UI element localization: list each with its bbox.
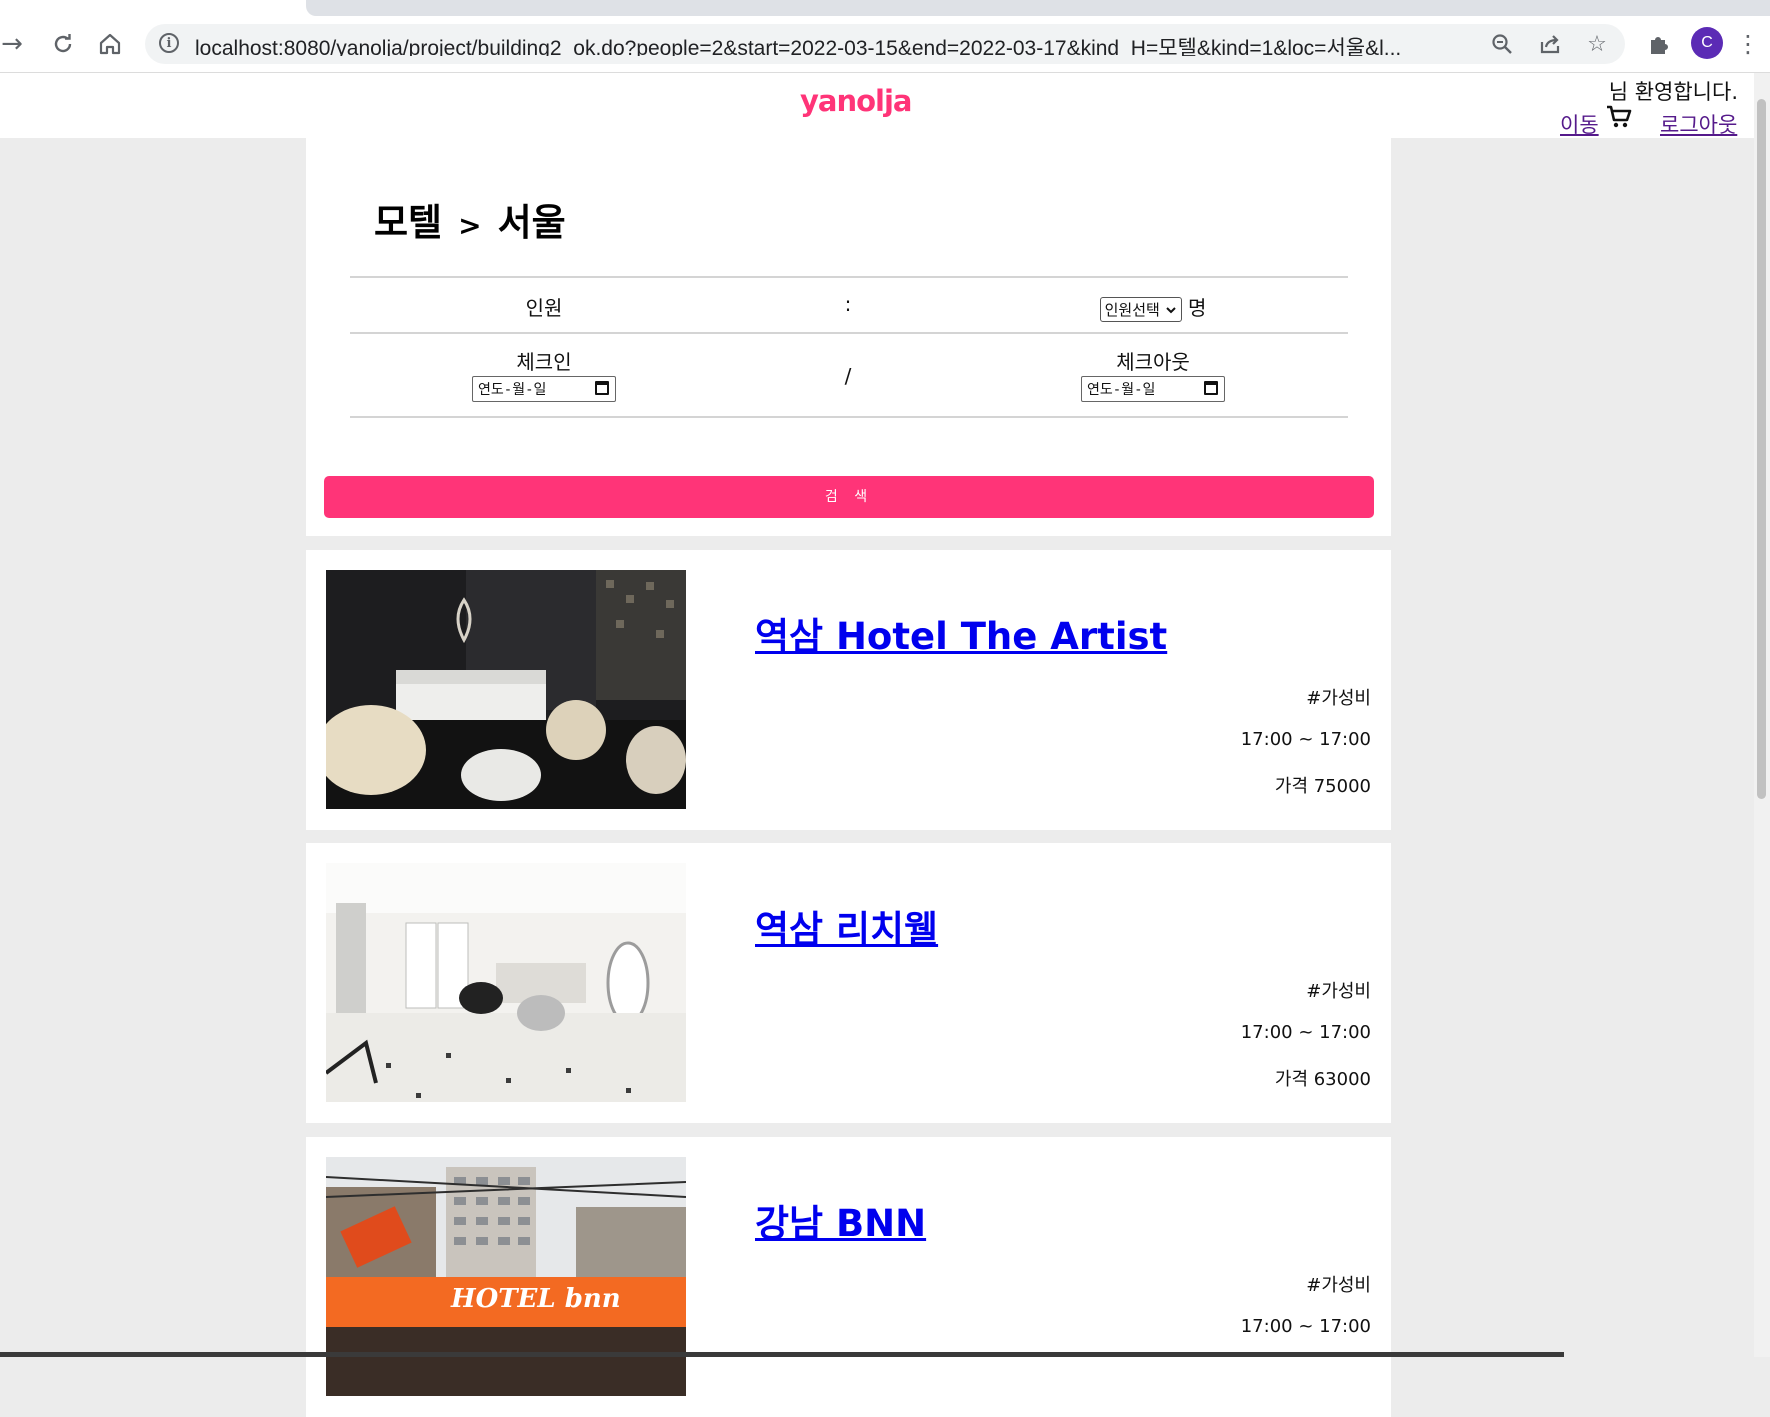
search-form: 인원 : 인원선택 명 체크인 연도-월-일 / 체크아웃 연도-월-일 <box>350 276 1348 418</box>
share-icon[interactable] <box>1534 28 1566 60</box>
listing-hours: 17:00 ~ 17:00 <box>1240 729 1371 750</box>
listing-tag: #가성비 <box>1306 981 1371 1002</box>
listing-card: 역삼 Hotel The Artist #가성비 17:00 ~ 17:00 가… <box>306 550 1391 830</box>
listing-price: 가격 75000 <box>1274 776 1371 797</box>
people-unit: 명 <box>1187 296 1207 320</box>
calendar-icon[interactable] <box>1204 381 1218 395</box>
logout-link[interactable]: 로그아웃 <box>1660 109 1737 139</box>
chevron-down-icon <box>1165 307 1176 314</box>
listing-price: 가격 63000 <box>1274 1069 1371 1090</box>
people-select-value: 인원선택 <box>1104 301 1160 319</box>
listing-card: HOTEL bnn 강남 BNN #가성비 17:00 ~ 17:00 <box>306 1137 1391 1417</box>
search-panel: 모텔 > 서울 인원 : 인원선택 명 체크인 연도-월-일 / 체크아웃 연도… <box>306 138 1391 536</box>
listing-card: 역삼 리치웰 #가성비 17:00 ~ 17:00 가격 63000 <box>306 843 1391 1123</box>
extensions-puzzle-icon[interactable] <box>1640 26 1676 62</box>
breadcrumb-location: 서울 <box>497 201 566 244</box>
scrollbar-thumb[interactable] <box>1757 99 1766 799</box>
page-scrollbar[interactable] <box>1754 73 1770 1357</box>
listing-photo[interactable] <box>326 570 686 809</box>
bottom-edge <box>0 1352 1564 1357</box>
checkin-date-input[interactable]: 연도-월-일 <box>472 376 616 402</box>
date-row: 체크인 연도-월-일 / 체크아웃 연도-월-일 <box>350 332 1348 418</box>
listing-tag: #가성비 <box>1306 1275 1371 1296</box>
date-separator: / <box>844 364 852 388</box>
url-text[interactable]: localhost:8080/yanolja/project/building2… <box>195 32 1495 56</box>
tab-strip <box>306 0 1770 16</box>
listing-hours: 17:00 ~ 17:00 <box>1240 1316 1371 1337</box>
cart-icon[interactable] <box>1605 103 1633 131</box>
breadcrumb-kind: 모텔 <box>374 201 443 244</box>
profile-avatar[interactable]: C <box>1691 27 1723 59</box>
search-button[interactable]: 검 색 <box>324 476 1374 518</box>
forward-icon[interactable]: → <box>0 26 30 62</box>
more-menu-icon[interactable]: ⋮ <box>1736 26 1760 62</box>
bookmark-star-icon[interactable]: ☆ <box>1581 28 1613 60</box>
listing-title-link[interactable]: 역삼 리치웰 <box>755 899 938 953</box>
checkout-date-input[interactable]: 연도-월-일 <box>1081 376 1225 402</box>
listing-title-link[interactable]: 강남 BNN <box>755 1193 926 1247</box>
checkout-date-placeholder: 연도-월-일 <box>1087 382 1156 398</box>
calendar-icon[interactable] <box>595 381 609 395</box>
breadcrumb-separator: > <box>458 209 482 242</box>
address-bar[interactable]: i localhost:8080/yanolja/project/buildin… <box>145 24 1625 64</box>
home-icon[interactable] <box>92 26 128 62</box>
page-title: 모텔 > 서울 <box>374 192 566 246</box>
people-row: 인원 : 인원선택 명 <box>350 276 1348 332</box>
checkout-label: 체크아웃 <box>1116 350 1190 374</box>
checkin-cell: 체크인 연도-월-일 <box>350 346 738 402</box>
reload-icon[interactable] <box>45 26 81 62</box>
people-label: 인원 <box>525 296 563 320</box>
checkout-cell: 체크아웃 연도-월-일 <box>958 346 1348 402</box>
people-separator: : <box>844 292 852 316</box>
site-info-icon[interactable]: i <box>159 33 179 53</box>
yanolja-logo[interactable]: yanolja <box>800 84 912 118</box>
zoom-icon[interactable] <box>1486 28 1518 60</box>
checkin-label: 체크인 <box>516 350 572 374</box>
checkin-date-placeholder: 연도-월-일 <box>478 382 547 398</box>
move-link[interactable]: 이동 <box>1560 109 1599 139</box>
listing-title-link[interactable]: 역삼 Hotel The Artist <box>755 606 1167 660</box>
listing-hours: 17:00 ~ 17:00 <box>1240 1022 1371 1043</box>
svg-text:HOTEL bnn: HOTEL bnn <box>450 1284 621 1314</box>
listing-photo[interactable] <box>326 863 686 1102</box>
people-cell: 인원선택 명 <box>958 292 1348 322</box>
listing-tag: #가성비 <box>1306 688 1371 709</box>
welcome-text: 님 환영합니다. <box>1608 80 1738 104</box>
site-header: yanolja 님 환영합니다. 이동 로그아웃 <box>0 73 1754 138</box>
browser-toolbar: → i localhost:8080/yanolja/project/build… <box>0 0 1770 73</box>
listing-photo[interactable]: HOTEL bnn <box>326 1157 686 1396</box>
people-select[interactable]: 인원선택 <box>1099 297 1182 322</box>
